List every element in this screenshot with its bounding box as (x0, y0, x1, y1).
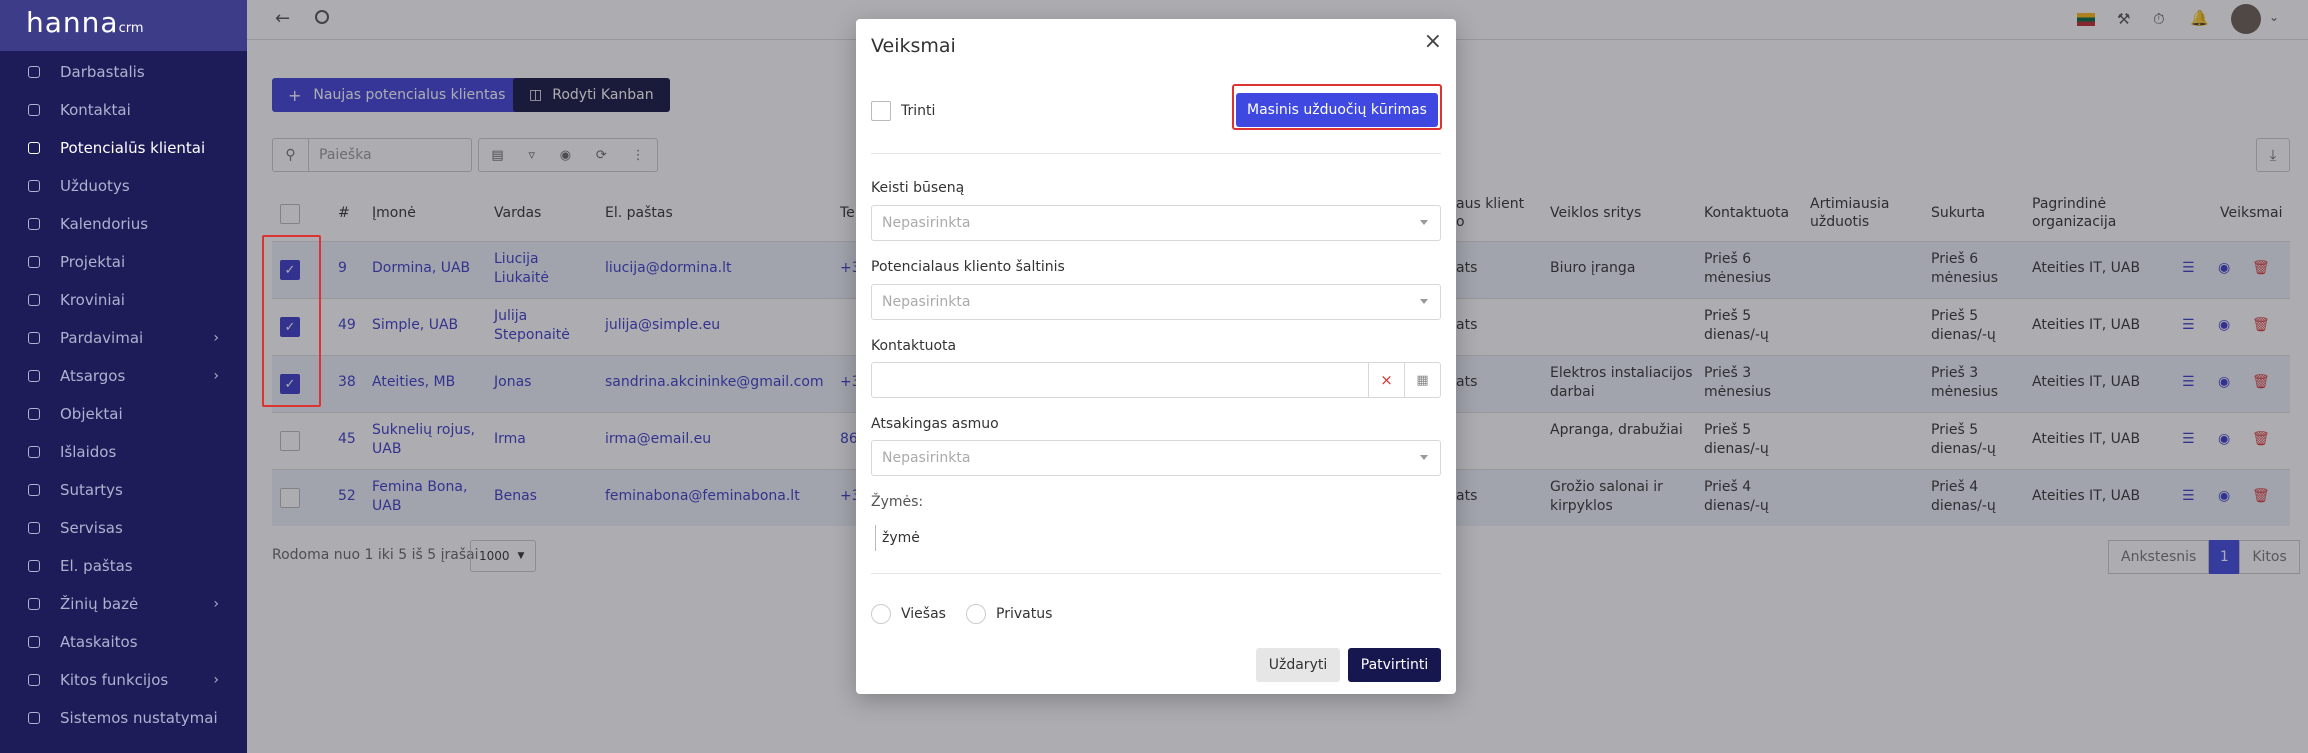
source-select[interactable]: Nepasirinkta (871, 284, 1441, 320)
sidebar-item-12[interactable]: Servisas (0, 509, 247, 547)
tags-input[interactable]: žymė (875, 525, 1445, 551)
sidebar-item-label: Sutartys (60, 481, 123, 499)
responsible-select[interactable]: Nepasirinkta (871, 440, 1441, 476)
clear-icon[interactable]: × (1368, 363, 1404, 397)
sidebar-item-label: Išlaidos (60, 443, 117, 461)
sidebar-item-label: Sistemos nustatymai (60, 709, 218, 727)
contacted-label: Kontaktuota (871, 338, 957, 354)
chevron-right-icon: › (213, 596, 219, 612)
projects-icon (26, 254, 42, 270)
dashboard-icon (26, 64, 42, 80)
sidebar-item-6[interactable]: Kroviniai (0, 281, 247, 319)
sidebar-item-label: Pardavimai (60, 329, 144, 347)
sidebar-item-label: Servisas (60, 519, 123, 537)
sidebar-item-8[interactable]: Atsargos › (0, 357, 247, 395)
actions-modal: Veiksmai × Trinti Masinis užduočių kūrim… (856, 19, 1456, 694)
sidebar-item-1[interactable]: Kontaktai (0, 91, 247, 129)
contract-icon (26, 482, 42, 498)
public-radio[interactable] (871, 604, 891, 624)
caret-down-icon (1420, 220, 1428, 225)
service-icon (26, 520, 42, 536)
chevron-right-icon: › (213, 368, 219, 384)
truck-icon (26, 292, 42, 308)
confirm-button[interactable]: Patvirtinti (1348, 648, 1441, 682)
delete-checkbox[interactable] (871, 101, 891, 121)
caret-down-icon (1420, 299, 1428, 304)
contacts-icon (26, 102, 42, 118)
sidebar-item-9[interactable]: Objektai (0, 395, 247, 433)
sidebar-item-label: Atsargos (60, 367, 126, 385)
sidebar-item-label: Kalendorius (60, 215, 149, 233)
divider (871, 573, 1441, 574)
sidebar-item-label: Projektai (60, 253, 126, 271)
chevron-right-icon: › (213, 672, 219, 688)
public-label: Viešas (901, 606, 946, 622)
calendar-icon (26, 216, 42, 232)
sidebar-item-label: Ataskaitos (60, 633, 138, 651)
sidebar-item-16[interactable]: Kitos funkcijos › (0, 661, 247, 699)
status-select[interactable]: Nepasirinkta (871, 205, 1441, 241)
reports-icon (26, 634, 42, 650)
close-button[interactable]: Uždaryti (1256, 648, 1340, 682)
leads-icon (26, 140, 42, 156)
chevron-right-icon: › (213, 330, 219, 346)
tools-icon (26, 672, 42, 688)
sidebar-item-11[interactable]: Sutartys (0, 471, 247, 509)
contacted-date-field[interactable]: × ▦ (871, 362, 1441, 398)
sidebar-item-label: Objektai (60, 405, 123, 423)
folder-icon (26, 596, 42, 612)
sidebar-item-5[interactable]: Projektai (0, 243, 247, 281)
sidebar-item-label: El. paštas (60, 557, 133, 575)
sidebar-item-label: Kitos funkcijos (60, 671, 169, 689)
expenses-icon (26, 444, 42, 460)
sidebar: hannacrm Darbastalis Kontaktai Potencialūs… (0, 0, 247, 753)
calendar-icon[interactable]: ▦ (1404, 363, 1440, 397)
responsible-label: Atsakingas asmuo (871, 416, 999, 432)
mass-tasks-button[interactable]: Masinis užduočių kūrimas (1236, 93, 1438, 127)
close-icon[interactable]: × (1424, 29, 1442, 54)
sidebar-item-14[interactable]: Žinių bazė › (0, 585, 247, 623)
sidebar-item-label: Žinių bazė (60, 595, 139, 613)
sidebar-item-4[interactable]: Kalendorius (0, 205, 247, 243)
mail-icon (26, 558, 42, 574)
private-radio[interactable] (966, 604, 986, 624)
modal-title: Veiksmai (871, 35, 956, 57)
caret-down-icon (1420, 455, 1428, 460)
sidebar-item-2[interactable]: Potencialūs klientai (0, 129, 247, 167)
source-label: Potencialaus kliento šaltinis (871, 259, 1065, 275)
sidebar-item-15[interactable]: Ataskaitos (0, 623, 247, 661)
sidebar-item-3[interactable]: Užduotys (0, 167, 247, 205)
sidebar-item-label: Kroviniai (60, 291, 125, 309)
tags-label: Žymės: (871, 494, 924, 510)
sidebar-item-7[interactable]: Pardavimai › (0, 319, 247, 357)
selected-rows-highlight (262, 235, 321, 407)
inventory-icon (26, 368, 42, 384)
delete-label: Trinti (901, 103, 936, 119)
sidebar-item-label: Užduotys (60, 177, 130, 195)
status-label: Keisti būseną (871, 180, 965, 196)
building-icon (26, 406, 42, 422)
tasks-icon (26, 178, 42, 194)
sidebar-item-label: Darbastalis (60, 63, 145, 81)
private-label: Privatus (996, 606, 1053, 622)
sidebar-item-label: Kontaktai (60, 101, 131, 119)
sidebar-item-13[interactable]: El. paštas (0, 547, 247, 585)
divider (871, 153, 1441, 154)
sidebar-item-label: Potencialūs klientai (60, 139, 206, 157)
sidebar-item-0[interactable]: Darbastalis (0, 53, 247, 91)
gear-icon (26, 710, 42, 726)
sidebar-item-10[interactable]: Išlaidos (0, 433, 247, 471)
app-logo[interactable]: hannacrm (0, 0, 247, 51)
sales-icon (26, 330, 42, 346)
sidebar-item-17[interactable]: Sistemos nustatymai (0, 699, 247, 737)
